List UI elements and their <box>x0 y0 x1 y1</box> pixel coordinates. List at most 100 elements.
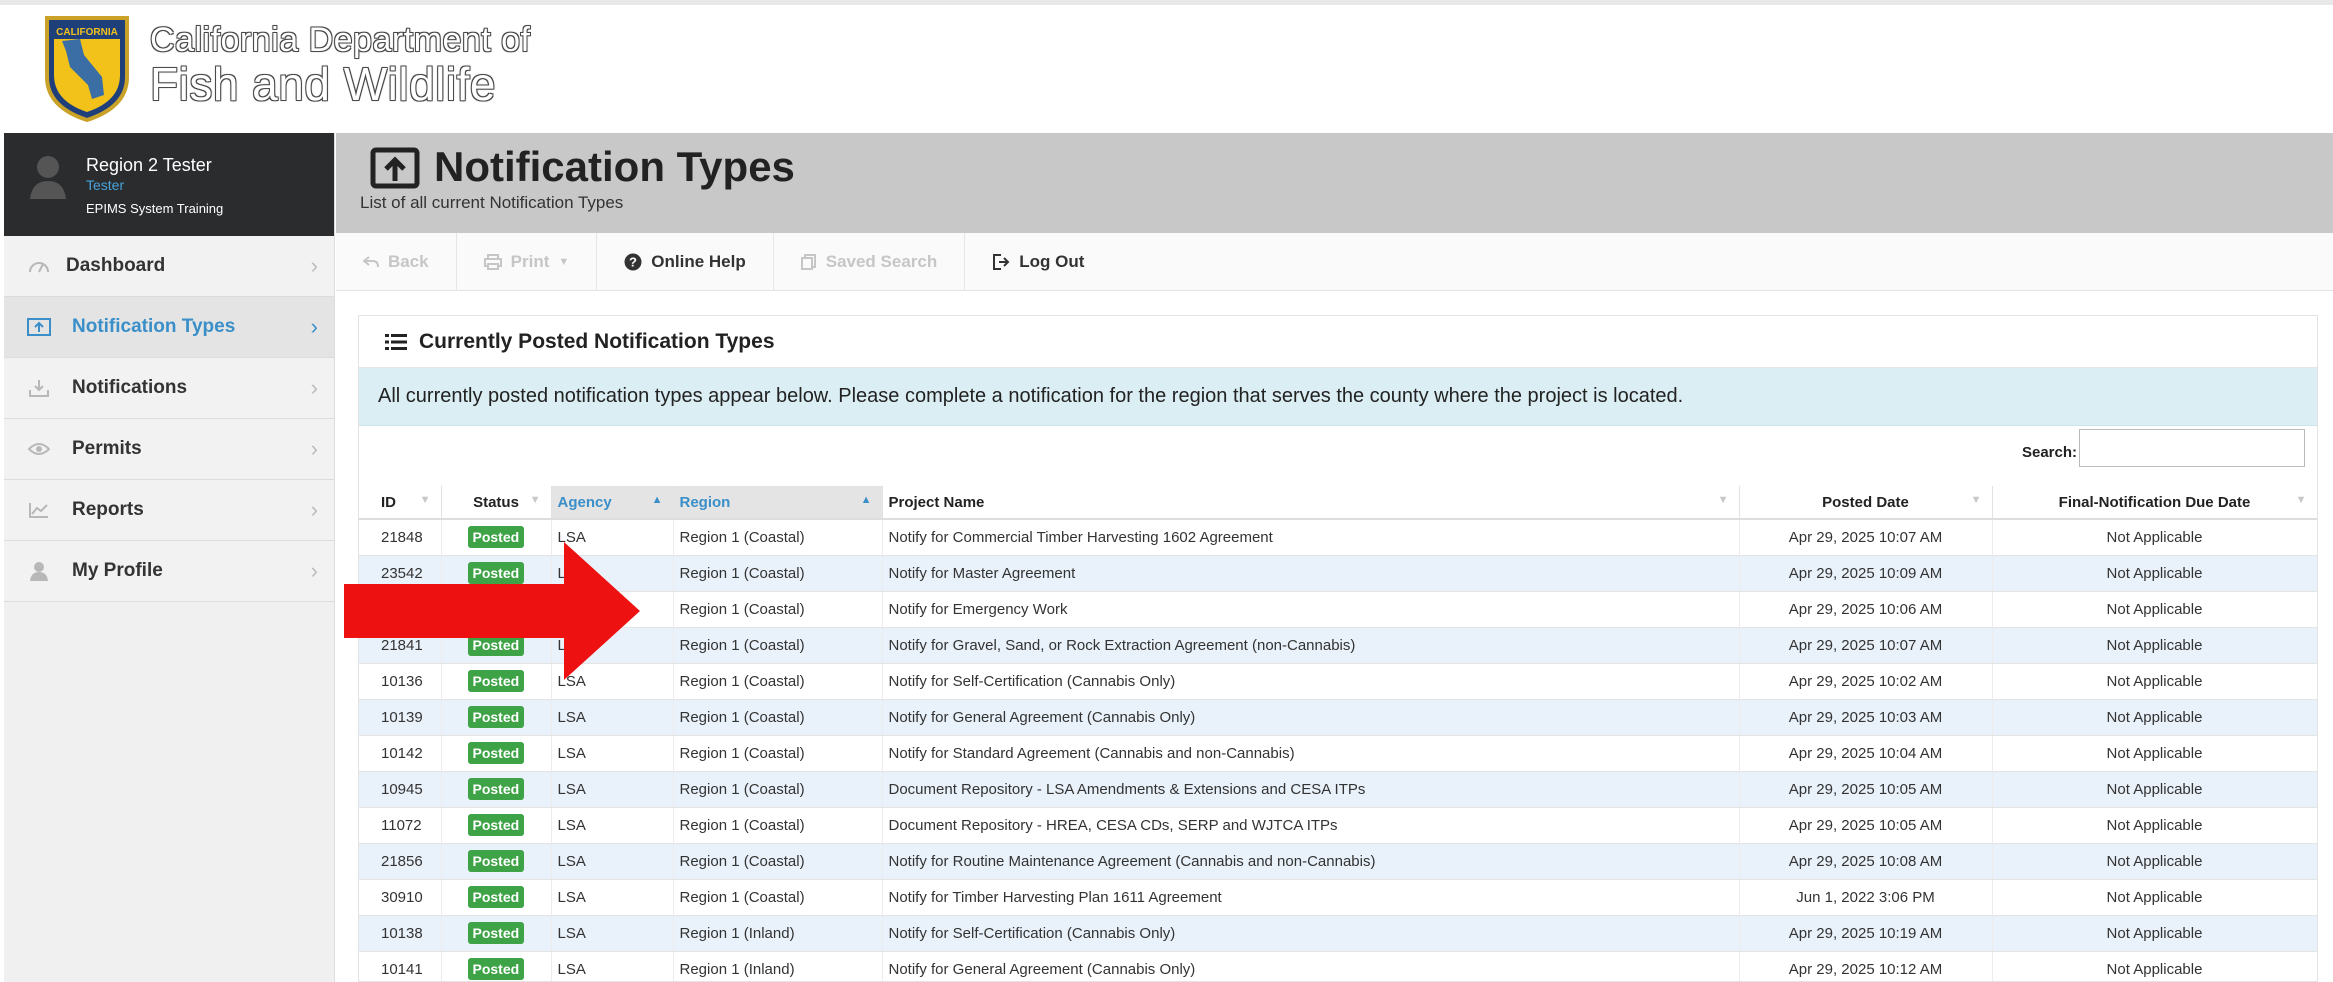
table-row[interactable]: 10945 Posted LSA Region 1 (Coastal) Document… <box>359 771 2317 808</box>
user-name: Region 2 Tester <box>86 155 212 175</box>
sidebar-item-reports[interactable]: Reports › <box>4 480 334 541</box>
sidebar-item-label: Notifications <box>72 377 188 398</box>
column-header-region[interactable]: Region ▲ <box>673 486 883 520</box>
list-icon <box>385 333 407 350</box>
cell-region: Region 1 (Coastal) <box>673 519 883 556</box>
sidebar-item-label: Dashboard <box>66 255 166 276</box>
cell-due-date: Not Applicable <box>1992 843 2317 880</box>
table-row[interactable]: 10136 Posted LSA Region 1 (Coastal) Notify f… <box>359 663 2317 700</box>
cell-project-name: Notify for General Agreement (Cannabis O… <box>882 699 1740 736</box>
cell-due-date: Not Applicable <box>1992 663 2317 700</box>
table-body: 21848 Posted LSA Region 1 (Coastal) Notify f… <box>359 519 2317 981</box>
column-header-posted-date[interactable]: Posted Date ▼ <box>1739 486 1993 520</box>
user-role[interactable]: Tester <box>86 177 124 193</box>
user-avatar-icon <box>30 156 66 199</box>
cell-region: Region 1 (Coastal) <box>673 843 883 880</box>
sort-icon: ▼ <box>529 494 541 506</box>
saved-search-button[interactable]: Saved Search <box>774 233 966 291</box>
cell-due-date: Not Applicable <box>1992 735 2317 772</box>
table-row[interactable]: 21856 Posted LSA Region 1 (Coastal) Notify f… <box>359 843 2317 880</box>
cell-agency: LSA <box>551 771 674 808</box>
table-row[interactable]: 10139 Posted LSA Region 1 (Coastal) Notify f… <box>359 699 2317 736</box>
cell-project-name: Notify for Master Agreement <box>882 555 1740 592</box>
sidebar-item-my-profile[interactable]: My Profile › <box>4 541 334 602</box>
cell-due-date: Not Applicable <box>1992 627 2317 664</box>
cell-posted-date: Apr 29, 2025 10:05 AM <box>1739 807 1993 844</box>
upload-screen-icon <box>370 147 420 189</box>
search-label: Search: <box>2021 444 2077 461</box>
status-badge: Posted <box>467 958 525 980</box>
table-row[interactable]: 10142 Posted LSA Region 1 (Coastal) Notify f… <box>359 735 2317 772</box>
cell-project-name: Notify for Emergency Work <box>882 591 1740 628</box>
status-badge: Posted <box>467 742 525 764</box>
online-help-button[interactable]: ? Online Help <box>597 233 774 291</box>
sidebar-item-dashboard[interactable]: Dashboard › <box>4 236 334 297</box>
panel-title: Currently Posted Notification Types <box>419 329 775 353</box>
cell-posted-date: Jun 1, 2022 3:06 PM <box>1739 879 1993 916</box>
sidebar-item-notifications[interactable]: Notifications › <box>4 358 334 419</box>
line-chart-icon <box>26 499 52 521</box>
cell-agency: LSA <box>551 735 674 772</box>
cell-project-name: Notify for Standard Agreement (Cannabis … <box>882 735 1740 772</box>
red-arrow-annotation <box>344 542 640 680</box>
cell-status: Posted <box>441 771 552 808</box>
cell-agency: LSA <box>551 879 674 916</box>
column-header-project-name[interactable]: Project Name ▼ <box>882 486 1740 520</box>
brand: California Department of Fish and Wildli… <box>150 21 531 109</box>
cell-due-date: Not Applicable <box>1992 879 2317 916</box>
cell-due-date: Not Applicable <box>1992 915 2317 952</box>
cell-region: Region 1 (Coastal) <box>673 663 883 700</box>
table-row[interactable]: 21848 Posted LSA Region 1 (Coastal) Notify f… <box>359 519 2317 556</box>
user-panel: Region 2 Tester Tester EPIMS System Trai… <box>4 133 334 236</box>
notification-types-table: ID ▼ Status ▼ Agency ▲ Region ▲ Project Name… <box>359 486 2317 981</box>
cell-posted-date: Apr 29, 2025 10:07 AM <box>1739 519 1993 556</box>
table-row[interactable]: 23542PostedLSARegion 1 (Coastal)Notify f… <box>359 555 2317 592</box>
cell-region: Region 1 (Coastal) <box>673 627 883 664</box>
table-row[interactable]: 11072 Posted LSA Region 1 (Coastal) Document… <box>359 807 2317 844</box>
page-title: Notification Types <box>434 143 795 190</box>
sort-asc-icon: ▲ <box>651 494 663 506</box>
online-help-label: Online Help <box>651 252 746 271</box>
sidebar-item-notification-types[interactable]: Notification Types › <box>4 297 334 358</box>
table-row[interactable]: 21841PostedLSARegion 1 (Coastal)Notify f… <box>359 627 2317 664</box>
cell-region: Region 1 (Coastal) <box>673 735 883 772</box>
column-header-agency[interactable]: Agency ▲ <box>551 486 674 520</box>
cell-id: 30910 <box>359 879 442 916</box>
sidebar: Region 2 Tester Tester EPIMS System Trai… <box>4 133 335 982</box>
cell-id: 10138 <box>359 915 442 952</box>
status-badge: Posted <box>467 706 525 728</box>
back-button[interactable]: Back <box>336 233 457 291</box>
svg-text:?: ? <box>629 255 637 270</box>
table-row[interactable]: Region 1 (Coastal) Notify for Emergency W… <box>359 591 2317 628</box>
info-message: All currently posted notification types … <box>359 368 2317 426</box>
cell-status: Posted <box>441 843 552 880</box>
cell-agency: LSA <box>551 843 674 880</box>
column-header-id[interactable]: ID ▼ <box>359 486 442 520</box>
print-button[interactable]: Print ▼ <box>457 233 598 291</box>
status-badge: Posted <box>467 814 525 836</box>
column-header-status[interactable]: Status ▼ <box>441 486 552 520</box>
cell-project-name: Notify for Commercial Timber Harvesting … <box>882 519 1740 556</box>
cell-project-name: Notify for Timber Harvesting Plan 1611 A… <box>882 879 1740 916</box>
table-row[interactable]: 30910 Posted LSA Region 1 (Coastal) Notify f… <box>359 879 2317 916</box>
cell-id: 21856 <box>359 843 442 880</box>
cell-id: 10142 <box>359 735 442 772</box>
column-header-due-date[interactable]: Final-Notification Due Date ▼ <box>1992 486 2317 520</box>
upload-screen-icon <box>26 316 52 338</box>
saved-search-icon <box>800 254 816 270</box>
search-input[interactable] <box>2079 429 2305 467</box>
log-out-button[interactable]: Log Out <box>965 233 1111 291</box>
cell-region: Region 1 (Coastal) <box>673 591 883 628</box>
table-row[interactable]: 10141 Posted LSA Region 1 (Inland) Notify fo… <box>359 951 2317 981</box>
cell-project-name: Notify for General Agreement (Cannabis O… <box>882 951 1740 981</box>
cell-due-date: Not Applicable <box>1992 591 2317 628</box>
page-subtitle: List of all current Notification Types <box>360 193 624 212</box>
sidebar-item-permits[interactable]: Permits › <box>4 419 334 480</box>
table-row[interactable]: 10138 Posted LSA Region 1 (Inland) Notify fo… <box>359 915 2317 952</box>
brand-line-2: Fish and Wildlife <box>150 58 496 110</box>
cell-agency: LSA <box>551 951 674 981</box>
log-out-label: Log Out <box>1019 252 1085 271</box>
cdfw-logo[interactable]: CALIFORNIA <box>44 15 130 123</box>
cell-due-date: Not Applicable <box>1992 699 2317 736</box>
user-icon <box>26 560 52 582</box>
